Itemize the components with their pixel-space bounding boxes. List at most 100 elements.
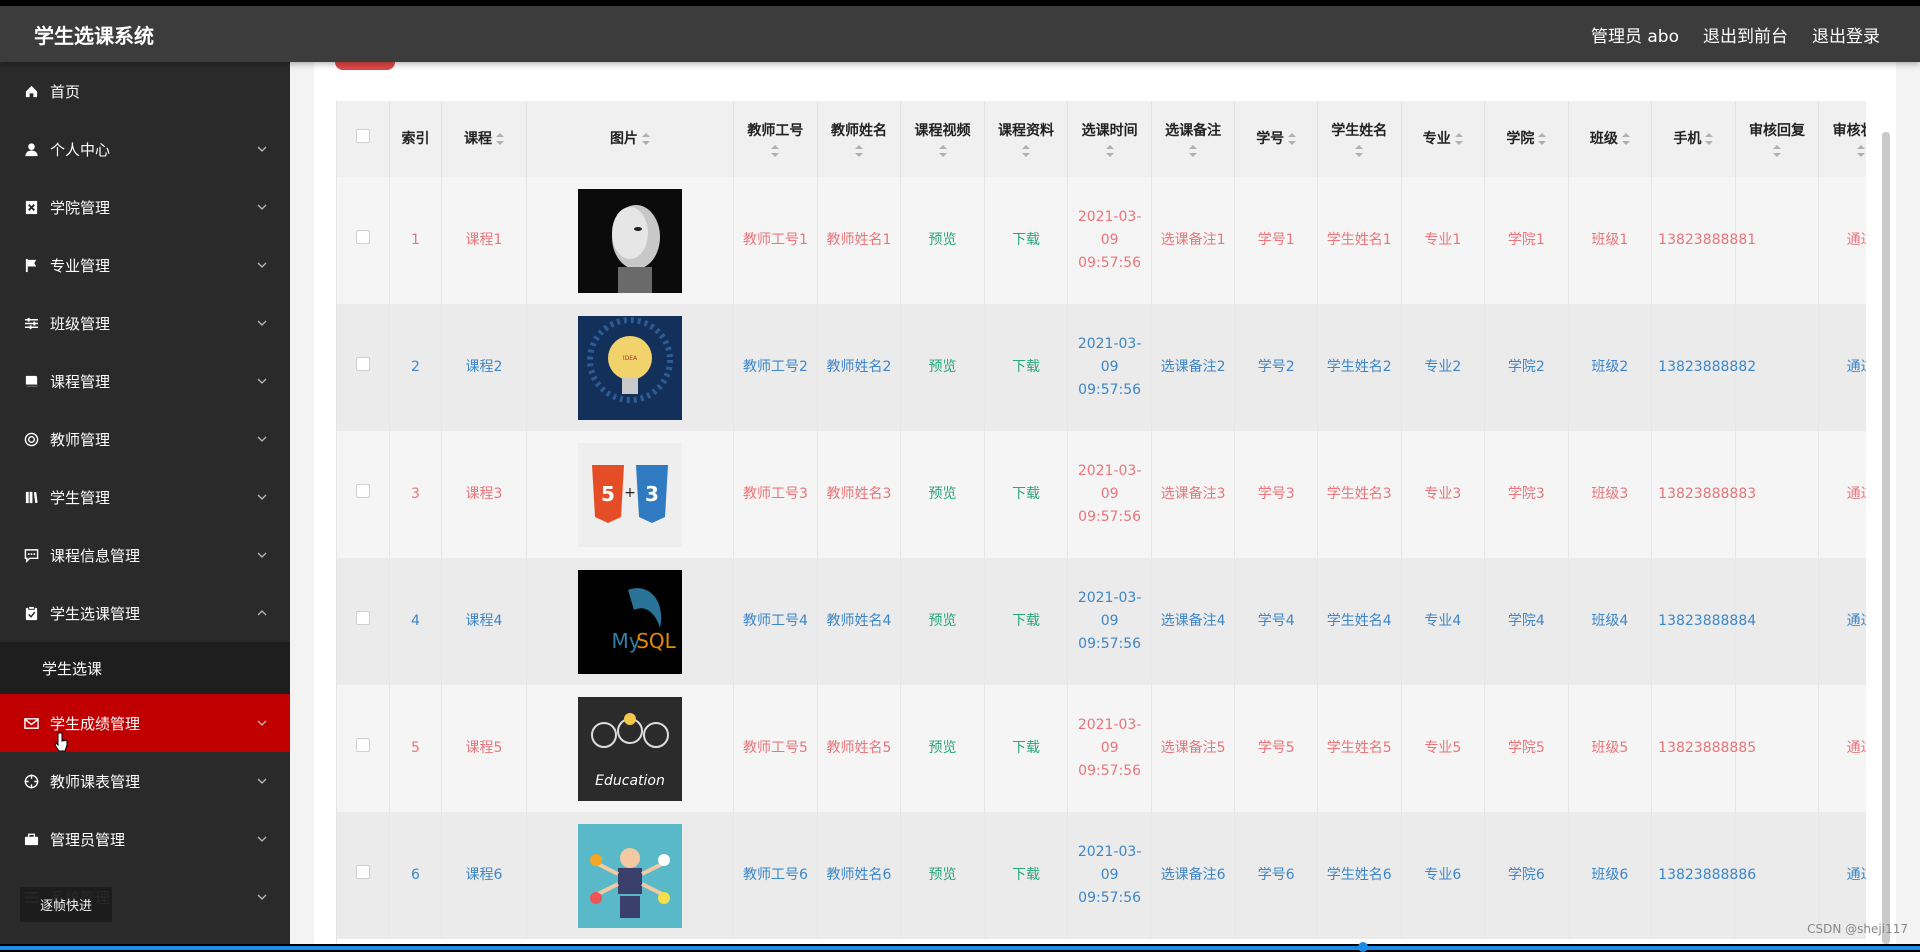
submenu-item-student-selection[interactable]: 学生选课 <box>0 642 290 694</box>
cell-status[interactable]: 通过 <box>1819 177 1866 304</box>
row-checkbox[interactable] <box>356 230 370 244</box>
cell-material[interactable]: 下载 <box>984 685 1068 812</box>
sidebar-item-target[interactable]: 教师课表管理 <box>0 752 290 810</box>
sort-icon[interactable] <box>1022 145 1030 157</box>
logout-link[interactable]: 退出登录 <box>1812 22 1880 47</box>
cell-status[interactable]: 通过 <box>1819 812 1866 939</box>
sidebar-item-building[interactable]: 学院管理 <box>0 178 290 236</box>
cell-course[interactable]: 课程5 <box>442 685 527 812</box>
delete-button[interactable] <box>335 62 395 70</box>
column-header[interactable]: 教师姓名 <box>817 101 901 177</box>
column-header[interactable]: 教师工号 <box>734 101 818 177</box>
column-header[interactable]: 班级 <box>1568 101 1652 177</box>
sort-icon[interactable] <box>496 133 504 145</box>
sort-icon[interactable] <box>1288 133 1296 145</box>
sidebar-item-clipboard[interactable]: 学生选课管理 <box>0 584 290 642</box>
column-header[interactable]: 手机 <box>1652 101 1736 177</box>
cell-video[interactable]: 预览 <box>901 558 985 685</box>
sidebar-item-label: 管理员管理 <box>50 829 125 850</box>
html5-css3-image[interactable]: 53+ <box>578 443 682 547</box>
admin-user-link[interactable]: 管理员 abo <box>1591 22 1679 47</box>
sort-icon[interactable] <box>855 145 863 157</box>
cell-material[interactable]: 下载 <box>984 558 1068 685</box>
sort-icon[interactable] <box>1773 145 1781 157</box>
row-checkbox[interactable] <box>356 738 370 752</box>
sort-icon[interactable] <box>1705 133 1713 145</box>
sidebar-item-label: 课程信息管理 <box>50 545 140 566</box>
row-checkbox[interactable] <box>356 484 370 498</box>
sidebar-item-library[interactable]: 学生管理 <box>0 468 290 526</box>
cell-material[interactable]: 下载 <box>984 812 1068 939</box>
sort-icon[interactable] <box>1355 145 1363 157</box>
briefcase-icon <box>24 832 50 847</box>
row-checkbox[interactable] <box>356 611 370 625</box>
column-header[interactable]: 专业 <box>1401 101 1485 177</box>
data-table-wrapper: 索引课程图片教师工号教师姓名课程视频课程资料选课时间选课备注学号学生姓名专业学院… <box>336 101 1866 944</box>
column-header[interactable]: 课程 <box>442 101 527 177</box>
cell-video[interactable]: 预览 <box>901 431 985 558</box>
select-all-checkbox[interactable] <box>356 129 370 143</box>
cell-status[interactable]: 通过 <box>1819 304 1866 431</box>
column-header[interactable]: 选课时间 <box>1068 101 1152 177</box>
cell-course[interactable]: 课程6 <box>442 812 527 939</box>
column-header[interactable]: 选课备注 <box>1151 101 1235 177</box>
sort-icon[interactable] <box>1857 145 1865 157</box>
row-checkbox[interactable] <box>356 357 370 371</box>
sort-icon[interactable] <box>642 133 650 145</box>
sort-icon[interactable] <box>1189 145 1197 157</box>
mysql-image[interactable]: MySQL <box>578 570 682 674</box>
cell-video[interactable]: 预览 <box>901 304 985 431</box>
sort-icon[interactable] <box>1622 133 1630 145</box>
column-header[interactable]: 课程资料 <box>984 101 1068 177</box>
column-header[interactable]: 课程视频 <box>901 101 985 177</box>
vertical-scrollbar[interactable] <box>1882 132 1890 944</box>
column-header[interactable]: 学生姓名 <box>1317 101 1401 177</box>
cell-course[interactable]: 课程3 <box>442 431 527 558</box>
multitask-image[interactable] <box>578 824 682 928</box>
cell-phone: 13823888885 <box>1652 685 1736 812</box>
cell-status[interactable]: 通过 <box>1819 558 1866 685</box>
sort-icon[interactable] <box>1455 133 1463 145</box>
sidebar-item-sliders[interactable]: 班级管理 <box>0 294 290 352</box>
sidebar-item-home[interactable]: 首页 <box>0 62 290 120</box>
sidebar-item-flag[interactable]: 专业管理 <box>0 236 290 294</box>
scrollbar-thumb[interactable] <box>1882 132 1890 944</box>
sidebar-item-teacher[interactable]: 教师管理 <box>0 410 290 468</box>
cell-material[interactable]: 下载 <box>984 177 1068 304</box>
playback-toast: 逐帧快进 <box>20 887 112 922</box>
cell-time: 2021-03-09 09:57:56 <box>1068 812 1152 939</box>
column-header[interactable]: 审核状态 <box>1819 101 1866 177</box>
cell-status[interactable]: 通过 <box>1819 431 1866 558</box>
cell-material[interactable]: 下载 <box>984 304 1068 431</box>
sort-icon[interactable] <box>1538 133 1546 145</box>
cell-status[interactable]: 通过 <box>1819 685 1866 812</box>
column-header[interactable]: 图片 <box>526 101 733 177</box>
cell-course[interactable]: 课程4 <box>442 558 527 685</box>
cell-video[interactable]: 预览 <box>901 685 985 812</box>
cell-note: 选课备注5 <box>1151 685 1235 812</box>
row-checkbox[interactable] <box>356 865 370 879</box>
sidebar-item-user[interactable]: 个人中心 <box>0 120 290 178</box>
column-header[interactable]: 学院 <box>1485 101 1569 177</box>
column-header-label: 学院 <box>1506 131 1534 147</box>
sidebar-item-chat[interactable]: 课程信息管理 <box>0 526 290 584</box>
ai-face-image[interactable] <box>578 189 682 293</box>
column-header[interactable]: 学号 <box>1235 101 1318 177</box>
sort-icon[interactable] <box>1106 145 1114 157</box>
cell-course[interactable]: 课程1 <box>442 177 527 304</box>
sidebar-item-mail[interactable]: 学生成绩管理 <box>0 694 290 752</box>
exit-to-frontend-link[interactable]: 退出到前台 <box>1703 22 1788 47</box>
select-all-header[interactable] <box>337 101 389 177</box>
cell-video[interactable]: 预览 <box>901 812 985 939</box>
cell-video[interactable]: 预览 <box>901 177 985 304</box>
sort-icon[interactable] <box>771 145 779 157</box>
cell-course[interactable]: 课程2 <box>442 304 527 431</box>
cell-material[interactable]: 下载 <box>984 431 1068 558</box>
sidebar-item-book[interactable]: 课程管理 <box>0 352 290 410</box>
sort-icon[interactable] <box>939 145 947 157</box>
lightbulb-image[interactable]: IDEA <box>578 316 682 420</box>
progress-handle[interactable] <box>1358 942 1368 952</box>
column-header[interactable]: 审核回复 <box>1735 101 1819 177</box>
sidebar-item-briefcase[interactable]: 管理员管理 <box>0 810 290 868</box>
education-image[interactable]: Education <box>578 697 682 801</box>
